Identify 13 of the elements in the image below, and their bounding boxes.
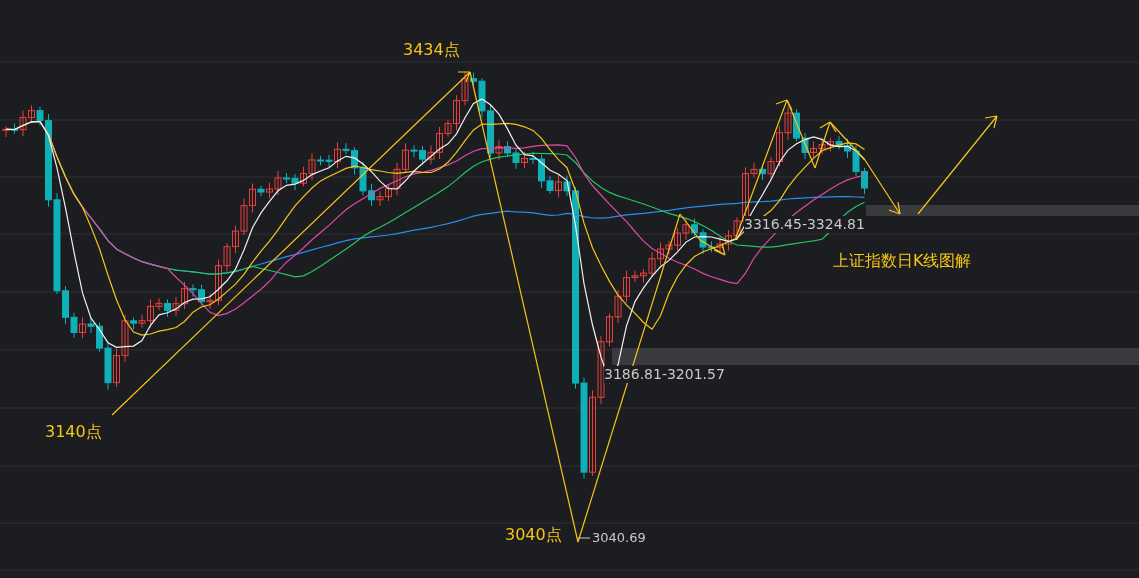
price-label: 3040.69 — [592, 530, 646, 546]
leader-line — [577, 537, 591, 539]
point-label: 3040点 — [505, 525, 562, 545]
trend-arrow — [814, 121, 837, 169]
range-label: 3316.45-3324.81 — [744, 216, 865, 233]
range-label: 3186.81-3201.57 — [604, 366, 725, 383]
chart-caption: 上证指数日K线图解 — [833, 251, 972, 271]
trend-arrow — [699, 239, 726, 256]
point-label: 3434点 — [403, 40, 460, 60]
point-label: 3140点 — [45, 422, 102, 442]
trend-line — [829, 121, 866, 161]
trend-arrow — [864, 159, 901, 215]
trend-line — [786, 99, 816, 169]
